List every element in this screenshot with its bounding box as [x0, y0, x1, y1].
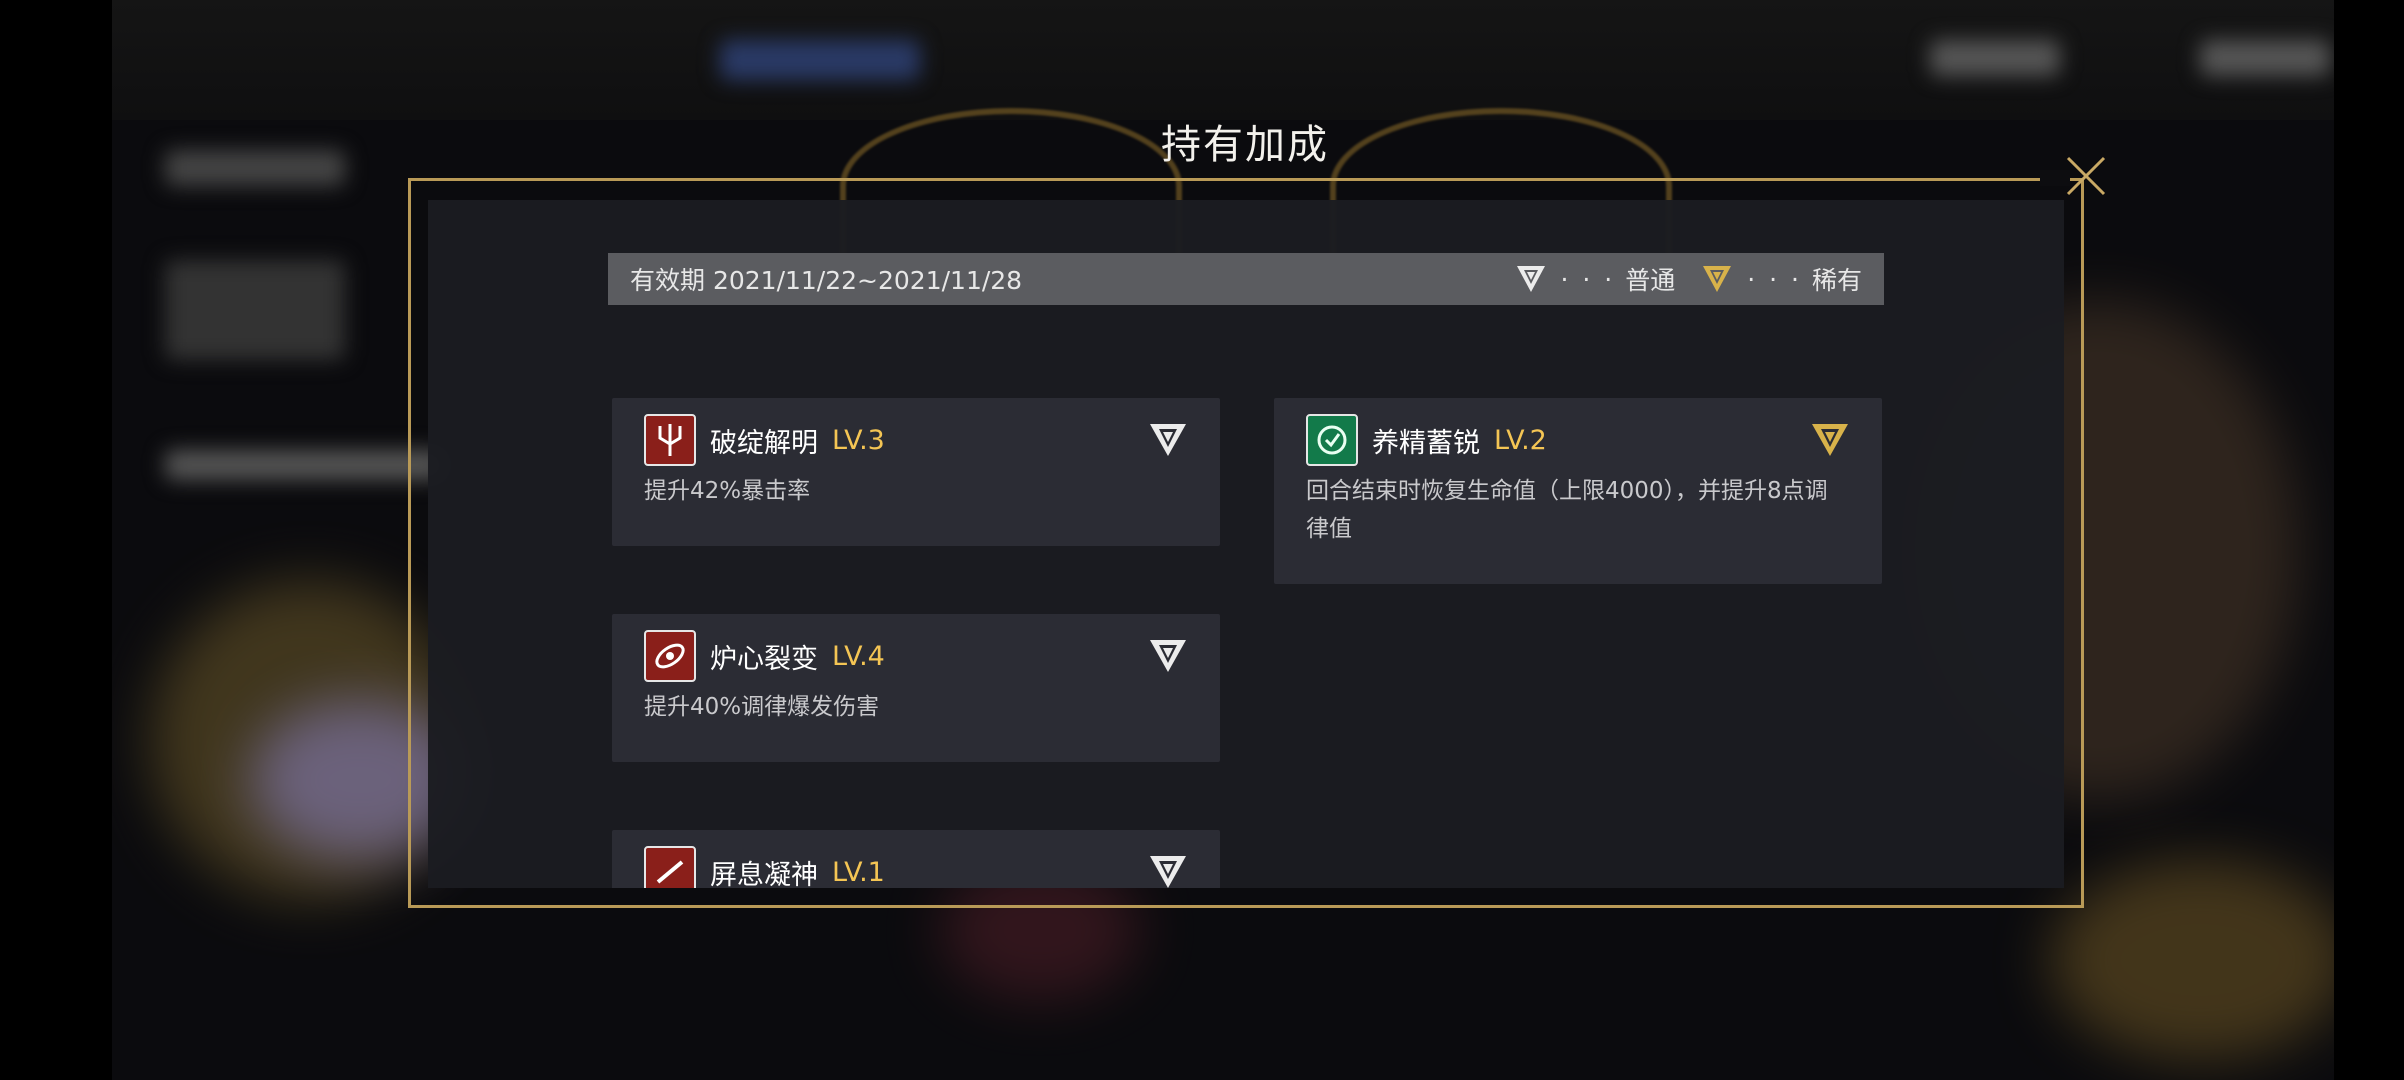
bg-tab-blur: [720, 40, 920, 80]
bonus-level: LV.2: [1494, 424, 1547, 456]
legend-rare-label: 稀有: [1811, 266, 1862, 295]
validity-bar: 有效期 2021/11/22~2021/11/28 · · · 普通 · · ·…: [608, 253, 1884, 305]
triangle-rare-icon: [1812, 424, 1848, 456]
bg-text-blur: [165, 150, 345, 186]
bonus-name: 炉心裂变: [710, 643, 818, 675]
triangle-common-icon: [1516, 266, 1545, 292]
bonus-card[interactable]: 炉心裂变 LV.4 提升40%调律爆发伤害: [612, 614, 1220, 762]
bonus-name: 屏息凝神: [710, 859, 818, 889]
triangle-common-icon: [1150, 640, 1186, 672]
triangle-common-icon: [1150, 424, 1186, 456]
burst-skill-icon: [644, 630, 696, 682]
bonus-card[interactable]: 破绽解明 LV.3 提升42%暴击率: [612, 398, 1220, 546]
triangle-common-icon: [1150, 856, 1186, 888]
bonus-card[interactable]: 屏息凝神 LV.1: [612, 830, 1220, 888]
left-letterbox: [0, 0, 112, 1080]
bonus-description: 回合结束时恢复生命值（上限4000），并提升8点调律值: [1306, 478, 1828, 542]
bonus-name: 养精蓄锐: [1372, 427, 1480, 459]
bg-progress-blur: [165, 450, 445, 480]
right-bottom-art-blur: [2050, 860, 2350, 1060]
bonus-level: LV.3: [832, 424, 885, 456]
legend-common: · · · 普通: [1515, 261, 1676, 297]
legend-rare: · · · 稀有: [1701, 261, 1862, 297]
bonus-list[interactable]: 破绽解明 LV.3 提升42%暴击率 养精蓄锐 LV.2 回合结束时恢复生命值（…: [608, 390, 1884, 888]
bonus-card[interactable]: 养精蓄锐 LV.2 回合结束时恢复生命值（上限4000），并提升8点调律值: [1274, 398, 1882, 584]
close-icon[interactable]: [2062, 152, 2110, 200]
bonus-name: 破绽解明: [710, 427, 818, 459]
legend-common-label: 普通: [1625, 266, 1676, 295]
bg-currency-blur: [1930, 40, 2060, 76]
legend-dots: · · ·: [1560, 264, 1616, 294]
dialog-title: 持有加成: [1161, 122, 1329, 168]
focus-skill-icon: [644, 846, 696, 888]
right-letterbox: [2334, 0, 2404, 1080]
legend-dots: · · ·: [1747, 264, 1802, 294]
bonus-description: 提升42%暴击率: [644, 478, 811, 504]
triangle-rare-icon: [1703, 266, 1732, 292]
trident-skill-icon: [644, 414, 696, 466]
bg-currency-blur-2: [2200, 40, 2330, 76]
validity-period: 有效期 2021/11/22~2021/11/28: [630, 266, 1023, 295]
bonus-level: LV.4: [832, 640, 885, 672]
heal-skill-icon: [1306, 414, 1358, 466]
bg-list-blur: [165, 260, 345, 360]
close-button[interactable]: [2062, 152, 2110, 200]
bonus-level: LV.1: [832, 856, 885, 888]
bonus-description: 提升40%调律爆发伤害: [644, 694, 880, 720]
